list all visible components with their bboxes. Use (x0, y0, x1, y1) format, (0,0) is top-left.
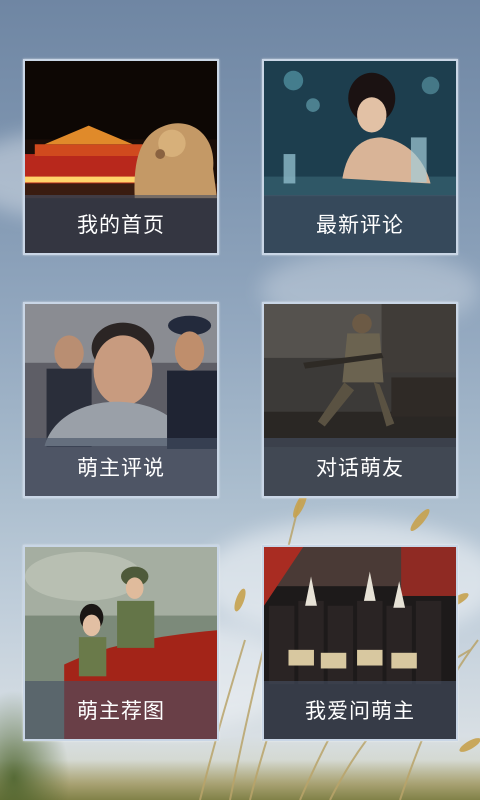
tile-label: 萌主评说 (77, 456, 165, 480)
tile-label-bar: 我爱问萌主 (264, 681, 456, 739)
menu-tile-master-commentary[interactable]: 萌主评说 (23, 302, 219, 498)
tile-label: 最新评论 (316, 213, 404, 237)
tile-label-bar: 对话萌友 (264, 438, 456, 496)
menu-tile-ask-master[interactable]: 我爱问萌主 (262, 545, 458, 741)
tile-label: 我爱问萌主 (305, 699, 415, 723)
tile-label: 我的首页 (77, 213, 165, 237)
tile-label-bar: 我的首页 (25, 195, 217, 253)
tile-label-bar: 萌主评说 (25, 438, 217, 496)
home-screen: 我的首页 最新评论 萌主评说 对话萌友 萌主荐图 我爱问萌主 (0, 0, 480, 800)
menu-tile-recommended-images[interactable]: 萌主荐图 (23, 545, 219, 741)
menu-tile-chat-friends[interactable]: 对话萌友 (262, 302, 458, 498)
tile-label-bar: 萌主荐图 (25, 681, 217, 739)
tile-label: 萌主荐图 (77, 699, 165, 723)
menu-tile-latest-comments[interactable]: 最新评论 (262, 59, 458, 255)
tile-label-bar: 最新评论 (264, 195, 456, 253)
menu-tile-home[interactable]: 我的首页 (23, 59, 219, 255)
tile-label: 对话萌友 (316, 456, 404, 480)
background-ground (0, 760, 480, 800)
